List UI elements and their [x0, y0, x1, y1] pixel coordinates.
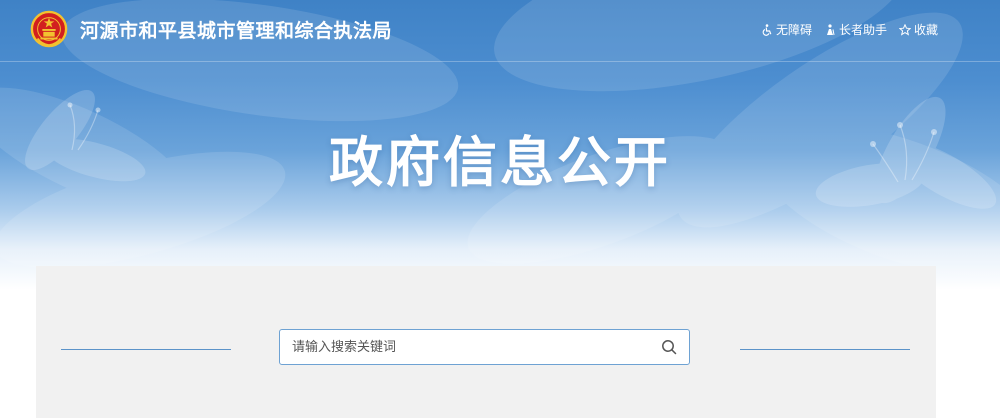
search-box: [279, 329, 690, 365]
top-links: 无障碍 长者助手 收藏: [761, 21, 938, 38]
elderly-helper-link[interactable]: 长者助手: [824, 21, 887, 38]
search-divider-left: [61, 349, 231, 350]
favorite-label: 收藏: [913, 23, 938, 37]
accessibility-label: 无障碍: [775, 23, 812, 37]
page-heading: 政府信息公开: [329, 131, 671, 194]
search-button[interactable]: [649, 330, 689, 364]
wheelchair-icon: [762, 23, 772, 36]
page: 河源市和平县城市管理和综合执法局 无障碍 长者助手 收藏 政府信息公开 请输入搜…: [0, 0, 1000, 418]
search-panel: [36, 266, 936, 418]
search-divider-right: [740, 349, 910, 350]
accessibility-link[interactable]: 无障碍: [761, 21, 812, 38]
search-icon: [662, 340, 677, 355]
elderly-helper-icon: [826, 23, 835, 35]
star-icon: [898, 23, 911, 36]
site-title[interactable]: 河源市和平县城市管理和综合执法局: [80, 16, 392, 43]
elderly-helper-label: 长者助手: [838, 23, 887, 37]
search-input[interactable]: [280, 330, 649, 364]
hero-banner: 河源市和平县城市管理和综合执法局 无障碍 长者助手 收藏 政府信息公开: [0, 0, 1000, 290]
header-divider: [0, 61, 1000, 62]
favorite-link[interactable]: 收藏: [898, 21, 938, 38]
national-emblem-icon[interactable]: [30, 10, 68, 48]
